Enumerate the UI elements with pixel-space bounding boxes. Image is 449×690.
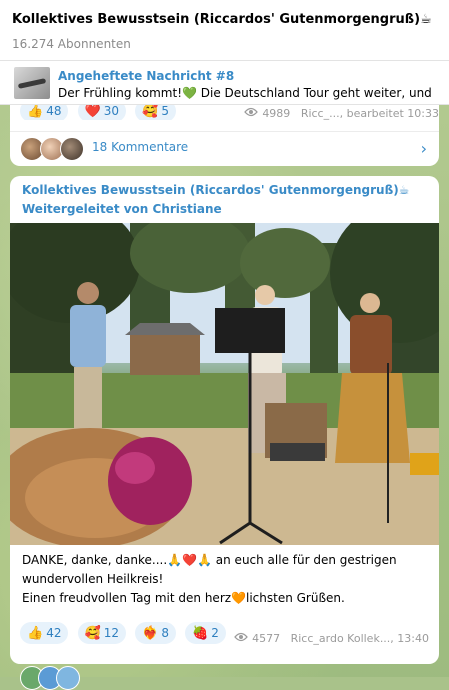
pinned-thumbnail [14,67,50,99]
photo-illustration [10,223,439,545]
pinned-text-start: Der Frühling kommt! [58,86,183,100]
message-meta: 4577 Ricc_ardo Kollek..., 13:40 [234,632,429,645]
reaction-heart-on-fire[interactable]: ❤️‍🔥 8 [135,622,176,644]
view-count: 4577 [252,632,281,645]
next-commenter-avatars [20,666,90,690]
caption-line-3: Einen freudvollen Tag mit den herz🧡lichs… [22,591,345,605]
subscriber-count: 16.274 Abonnenten [12,37,131,51]
reaction-count: 8 [161,626,169,640]
reaction-smiling-hearts[interactable]: 🥰 12 [77,622,127,644]
previous-message-meta: 4989 Ricc_..., bearbeitet 10:33 [244,107,439,120]
comments-count: 18 Kommentare [92,140,189,154]
message-caption: DANKE, danke, danke....🙏❤️🙏 an euch alle… [22,551,430,608]
thumbs-up-icon: 👍 [27,626,44,641]
avatar [60,137,84,161]
caption-line-1: DANKE, danke, danke....🙏❤️🙏 an euch alle… [22,553,397,567]
chevron-right-icon: › [420,139,427,158]
pinned-title: Angeheftete Nachricht #8 [58,69,235,83]
reaction-count: 42 [46,626,62,640]
channel-title[interactable]: Kollektives Bewusstsein (Riccardos' Gute… [12,12,442,27]
author-edited: Ricc_..., bearbeitet 10:33 [300,107,439,120]
reaction-strawberry[interactable]: 🍓 2 [185,622,226,644]
view-count: 4989 [262,107,291,120]
heart-on-fire-icon: ❤️‍🔥 [142,626,159,641]
strawberry-icon: 🍓 [192,626,209,641]
pinned-text: Der Frühling kommt!💚 Die Deutschland Tou… [58,86,432,100]
reaction-thumbs-up[interactable]: 👍 42 [20,622,69,644]
avatar [56,666,80,690]
reaction-count: 2 [211,626,219,640]
caption-line-2: wundervollen Heilkreis! [22,572,164,586]
message-photo[interactable] [10,223,439,545]
message-channel-name[interactable]: Kollektives Bewusstsein (Riccardos' Gute… [22,183,432,197]
message-reactions: 👍 42 🥰 12 ❤️‍🔥 8 🍓 2 [20,622,230,646]
pinned-message-bar[interactable]: Angeheftete Nachricht #8 Der Frühling ko… [0,61,449,105]
pinned-text-rest: Die Deutschland Tour geht weiter, und [196,86,432,100]
heart-icon: ❤️ [84,104,101,119]
thumbs-up-icon: 👍 [27,104,44,119]
green-heart-icon: 💚 [182,86,197,100]
comments-link[interactable]: 18 Kommentare › [10,131,439,166]
reaction-count: 12 [103,626,120,640]
reaction-count: 30 [103,104,120,118]
smiling-hearts-icon: 🥰 [84,626,101,641]
views-eye-icon [234,632,248,642]
channel-header[interactable]: Kollektives Bewusstsein (Riccardos' Gute… [0,0,449,61]
message-bubble: Kollektives Bewusstsein (Riccardos' Gute… [10,176,439,664]
reaction-count: 5 [161,104,169,118]
forwarded-from[interactable]: Weitergeleitet von Christiane [22,202,222,216]
reaction-count: 48 [46,104,62,118]
smiling-hearts-icon: 🥰 [142,104,159,119]
views-eye-icon [244,107,259,117]
author-time: Ricc_ardo Kollek..., 13:40 [290,632,429,645]
commenter-avatars [20,137,86,161]
